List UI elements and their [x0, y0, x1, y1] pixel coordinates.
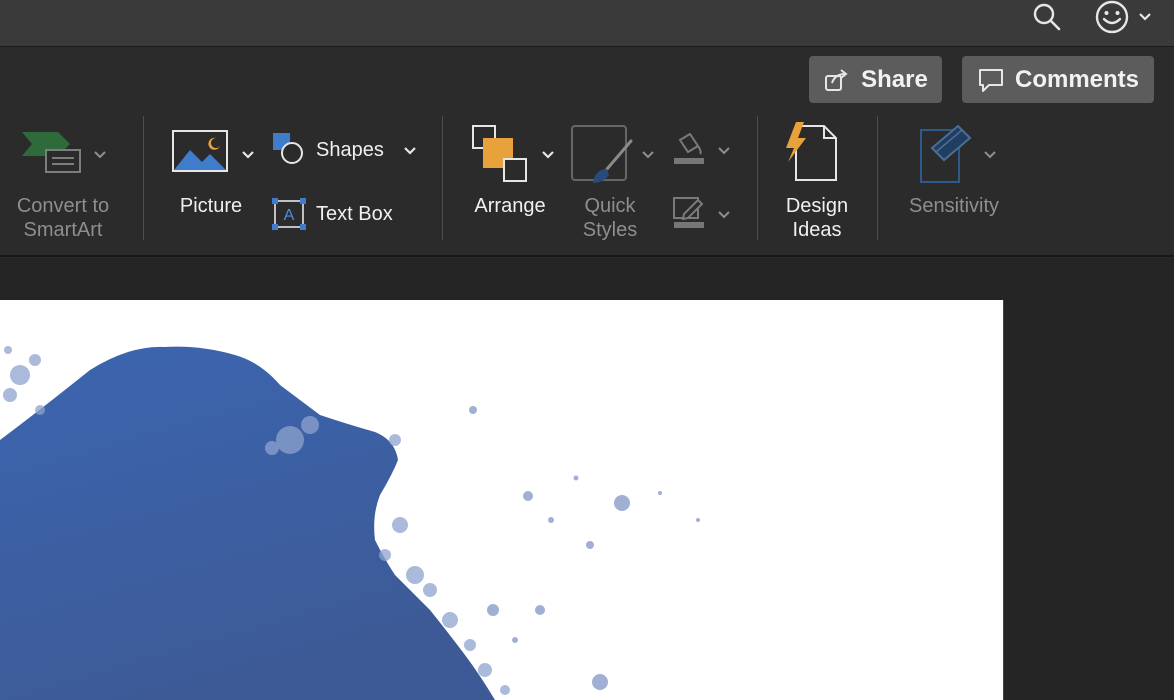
text-box-label: Text Box [316, 203, 393, 225]
slide-editor-area [0, 258, 1174, 700]
feedback-button[interactable] [1094, 0, 1156, 34]
smiley-icon [1095, 0, 1129, 34]
share-label: Share [861, 65, 928, 93]
chevron-down-icon [718, 147, 730, 155]
separator [143, 116, 144, 240]
title-bar [0, 0, 1174, 47]
design-ideas-button[interactable]: Design Ideas [772, 118, 862, 248]
ribbon-toolbar: Share Comments Convert to SmartArt Pictu… [0, 48, 1174, 257]
slide-canvas[interactable] [0, 300, 1003, 700]
svg-text:A: A [284, 207, 295, 224]
quick-styles-button[interactable]: Quick Styles [566, 118, 662, 248]
smartart-icon [22, 132, 81, 173]
comments-label: Comments [1014, 65, 1140, 93]
lightning-page-icon [786, 122, 837, 181]
shape-outline-button[interactable] [670, 196, 734, 232]
sensitivity-button[interactable]: Sensitivity [896, 118, 1016, 228]
shape-fill-button[interactable] [670, 132, 734, 168]
shapes-button[interactable]: Shapes [270, 130, 430, 170]
quick-styles-line2: Styles [582, 219, 638, 241]
chevron-down-icon [242, 151, 254, 159]
search-icon[interactable] [1032, 0, 1064, 34]
chevron-down-icon [718, 211, 730, 219]
picture-icon [172, 130, 228, 172]
chevron-down-icon [1139, 13, 1151, 21]
chevron-down-icon [404, 147, 416, 155]
text-box-icon: A [272, 198, 306, 230]
comments-button[interactable]: Comments [962, 56, 1154, 103]
quick-styles-line1: Quick [584, 195, 636, 217]
quick-styles-icon [571, 125, 633, 183]
convert-to-smartart-button[interactable]: Convert to SmartArt [0, 118, 128, 248]
blue-paint-splash-image[interactable] [0, 300, 1003, 700]
chevron-down-icon [542, 151, 554, 159]
sensitivity-label: Sensitivity [908, 195, 1000, 217]
paint-bucket-icon [674, 132, 704, 164]
share-button[interactable]: Share [809, 56, 942, 103]
shapes-icon [273, 133, 303, 164]
shapes-label: Shapes [316, 139, 384, 161]
arrange-icon [472, 125, 527, 182]
comment-icon [978, 68, 1003, 92]
text-box-button[interactable]: A Text Box [270, 196, 430, 232]
design-ideas-line1: Design [785, 195, 849, 217]
chevron-down-icon [94, 151, 106, 159]
separator [757, 116, 758, 240]
convert-smartart-line1: Convert to [16, 195, 110, 217]
sensitivity-label-icon [920, 124, 972, 183]
arrange-label: Arrange [474, 195, 546, 217]
separator [877, 116, 878, 240]
picture-label: Picture [179, 195, 243, 217]
pen-outline-icon [673, 197, 704, 228]
separator [442, 116, 443, 240]
arrange-button[interactable]: Arrange [460, 118, 562, 228]
chevron-down-icon [642, 151, 654, 159]
convert-smartart-line2: SmartArt [23, 219, 103, 241]
design-ideas-line2: Ideas [792, 219, 842, 241]
share-icon [825, 68, 848, 91]
chevron-down-icon [984, 151, 996, 159]
picture-button[interactable]: Picture [160, 118, 262, 228]
